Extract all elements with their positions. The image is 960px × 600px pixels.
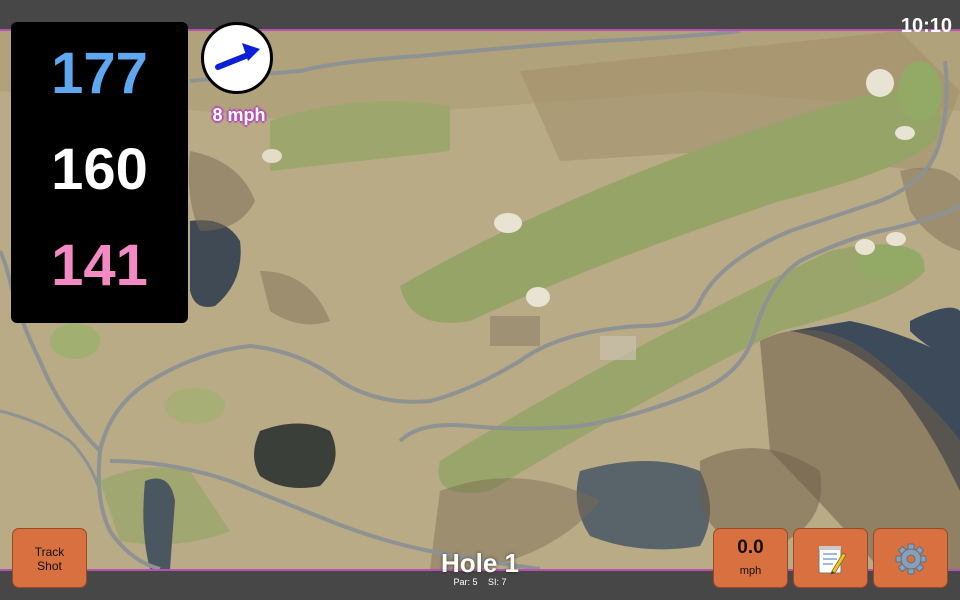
- clock: 10:10: [900, 15, 952, 37]
- wind-direction-indicator: [201, 22, 273, 94]
- par-label: Par: 5: [453, 577, 478, 587]
- wind-speed-button[interactable]: 0.0 mph: [713, 528, 788, 588]
- stroke-index-label: SI: 7: [488, 577, 507, 587]
- notes-button[interactable]: [793, 528, 868, 588]
- gear-icon: [895, 543, 927, 575]
- distance-front: 141: [51, 233, 148, 298]
- distance-panel: 177 160 141: [11, 22, 188, 323]
- track-shot-label-line1: Track: [34, 545, 65, 559]
- track-shot-label-line2: Shot: [37, 559, 62, 573]
- arrow-east-northeast-icon: [215, 43, 260, 70]
- distance-back: 177: [51, 41, 148, 106]
- wind-speed-value: 0.0: [737, 537, 764, 558]
- hole-info: Par: 5 SI: 7: [380, 577, 580, 588]
- wind-speed-unit: mph: [739, 565, 762, 577]
- track-shot-button[interactable]: Track Shot: [12, 528, 87, 588]
- hole-title: Hole 1: [440, 548, 520, 578]
- golf-gps-screen: 10:10 177 160 141 8 mph Track Shot Hole …: [0, 0, 960, 600]
- distance-middle: 160: [51, 137, 148, 202]
- settings-button[interactable]: [873, 528, 948, 588]
- wind-speed-label: 8 mph: [212, 105, 266, 125]
- notepad-icon: [818, 546, 846, 575]
